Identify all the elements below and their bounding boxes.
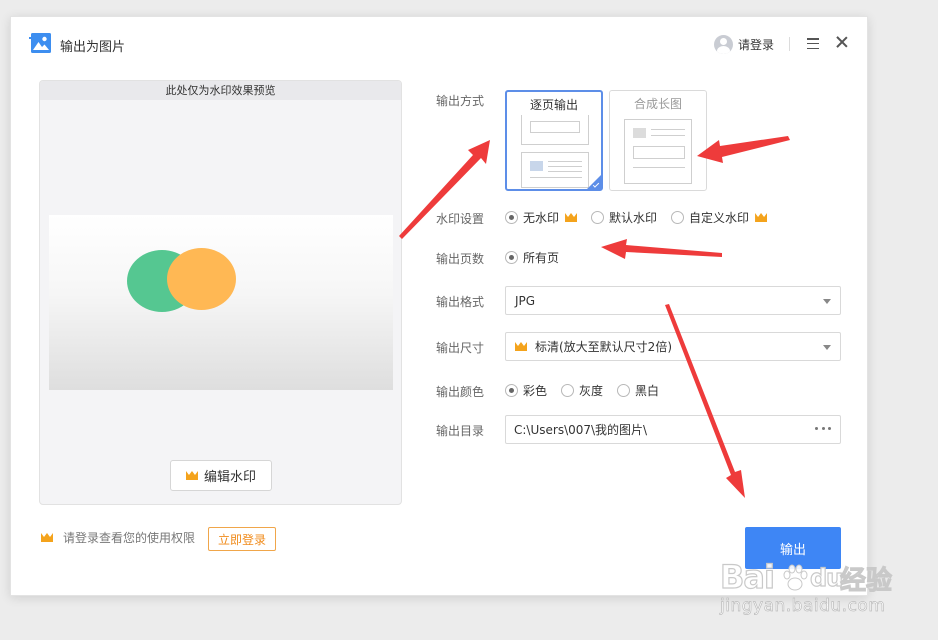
preview-header: 此处仅为水印效果预览: [40, 81, 401, 100]
size-select[interactable]: 标清(放大至默认尺寸2倍): [505, 332, 841, 361]
edit-watermark-button[interactable]: 编辑水印: [170, 460, 272, 491]
crown-icon: [515, 342, 527, 351]
radio-grayscale[interactable]: 灰度: [561, 382, 603, 399]
login-now-button[interactable]: 立即登录: [208, 527, 276, 551]
mode-card-label: 合成长图: [633, 97, 682, 111]
crown-icon: [41, 533, 53, 542]
page-thumbnail-top: [521, 115, 589, 145]
edit-watermark-label: 编辑水印: [203, 470, 256, 485]
format-value: JPG: [515, 293, 536, 308]
more-icon[interactable]: [815, 427, 831, 433]
mode-card-per-page[interactable]: 逐页输出: [505, 90, 603, 191]
radio-black-white[interactable]: 黑白: [617, 382, 659, 399]
chevron-down-icon: [823, 345, 831, 350]
titlebar-divider: [789, 37, 790, 51]
watermark-preview-panel: 此处仅为水印效果预览 编辑水印: [39, 80, 402, 505]
crown-icon: [185, 471, 198, 480]
preview-canvas: [49, 215, 393, 390]
long-image-thumbnail: [624, 119, 692, 184]
crown-icon: [565, 213, 578, 222]
avatar-icon: [714, 34, 733, 54]
color-label: 输出颜色: [436, 385, 485, 399]
radio-all-pages[interactable]: 所有页: [505, 249, 559, 266]
chevron-down-icon: [823, 299, 831, 304]
login-hint-text: 请登录查看您的使用权限: [63, 531, 196, 545]
titlebar: 输出为图片 请登录: [11, 17, 867, 71]
radio-custom-watermark[interactable]: 自定义水印: [671, 209, 768, 226]
crown-icon: [755, 213, 768, 222]
login-link[interactable]: 请登录: [714, 34, 774, 54]
login-link-label: 请登录: [738, 37, 775, 52]
color-radio-group: 彩色 灰度 黑白: [505, 382, 673, 399]
directory-input[interactable]: C:\Users\007\我的图片\: [505, 415, 841, 444]
page-thumbnail-bottom: [521, 152, 589, 188]
image-app-icon: [29, 33, 51, 53]
close-icon[interactable]: [835, 35, 849, 49]
login-hint: 请登录查看您的使用权限: [41, 529, 195, 546]
watermark-radio-group: 无水印 默认水印 自定义水印: [505, 209, 781, 226]
mode-card-long-image[interactable]: 合成长图: [609, 90, 707, 191]
page-count-radio-group: 所有页: [505, 249, 573, 266]
page-count-label: 输出页数: [436, 252, 485, 266]
size-label: 输出尺寸: [436, 341, 485, 355]
size-value: 标清(放大至默认尺寸2倍): [535, 340, 672, 354]
export-button[interactable]: 输出: [745, 527, 841, 569]
format-label: 输出格式: [436, 295, 485, 309]
watermark-url: jingyan.baidu.com: [720, 596, 886, 617]
directory-value: C:\Users\007\我的图片\: [514, 423, 648, 437]
format-select[interactable]: JPG: [505, 286, 841, 315]
preview-orange-circle: [167, 248, 236, 310]
watermark-setting-label: 水印设置: [436, 212, 485, 226]
mode-card-label: 逐页输出: [529, 98, 578, 112]
menu-icon[interactable]: [807, 38, 819, 50]
output-mode-label: 输出方式: [436, 94, 485, 108]
radio-color[interactable]: 彩色: [505, 382, 547, 399]
directory-label: 输出目录: [436, 424, 485, 438]
radio-no-watermark[interactable]: 无水印: [505, 209, 578, 226]
radio-default-watermark[interactable]: 默认水印: [591, 209, 657, 226]
export-to-image-dialog: 输出为图片 请登录 此处仅为水印效果预览 编辑水印 输出方式 逐页输出 合成长图…: [10, 16, 868, 596]
dialog-title: 输出为图片: [60, 40, 126, 55]
